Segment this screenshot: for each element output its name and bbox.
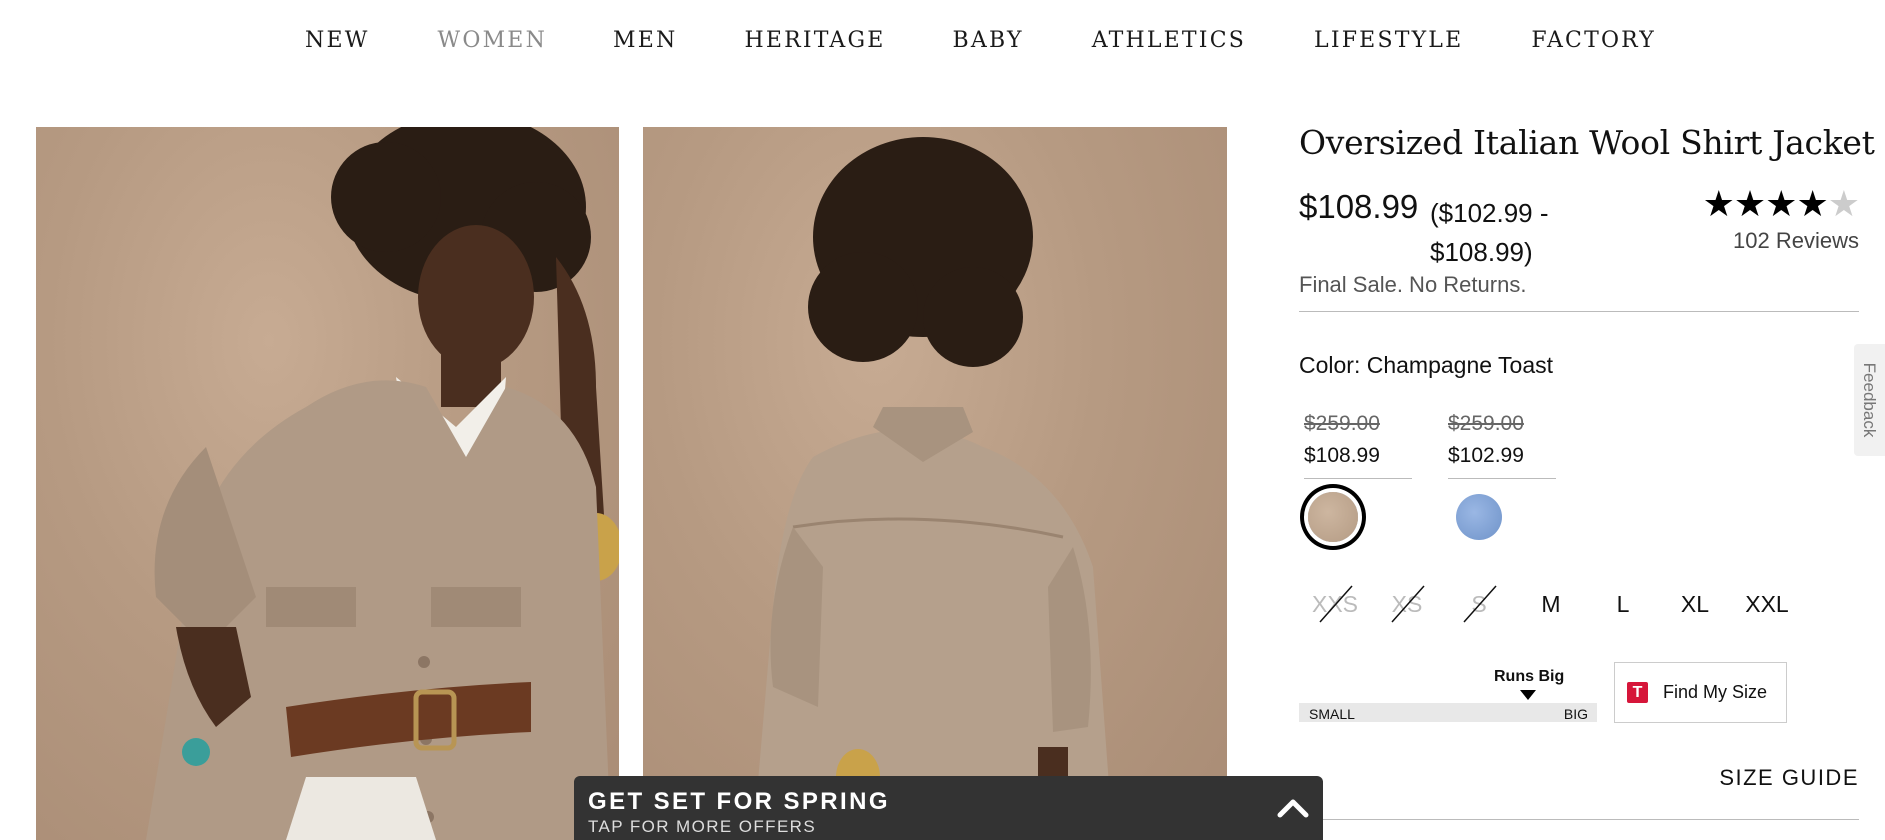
product-image-back[interactable] [643, 127, 1227, 840]
price-range: ($102.99 - $108.99) [1430, 198, 1549, 267]
product-title: Oversized Italian Wool Shirt Jacket [1299, 123, 1875, 162]
divider [1299, 819, 1859, 820]
nav-item-lifestyle[interactable]: LIFESTYLE [1314, 28, 1463, 53]
color-label: Color: Champagne Toast [1299, 352, 1553, 378]
size-option-xxs[interactable]: XXS [1299, 585, 1371, 623]
original-price: $259.00 [1448, 412, 1524, 435]
size-option-xxl[interactable]: XXL [1731, 588, 1803, 620]
divider [1448, 478, 1556, 479]
feedback-tab[interactable]: Feedback [1854, 344, 1885, 456]
find-my-size-button[interactable]: T Find My Size [1614, 662, 1787, 723]
variant-price-2: $259.00 $102.99 [1448, 412, 1556, 479]
nav-item-factory[interactable]: FACTORY [1531, 28, 1656, 53]
star-rating-icon: ★★★★★ [1702, 183, 1860, 224]
nav-list: NEW WOMEN MEN HERITAGE BABY ATHLETICS LI… [305, 28, 1656, 53]
original-price: $259.00 [1304, 412, 1380, 435]
model-front-illustration [146, 127, 619, 840]
nav-item-athletics[interactable]: ATHLETICS [1092, 28, 1246, 53]
size-option-s[interactable]: S [1443, 585, 1515, 623]
feedback-label: Feedback [1860, 362, 1879, 438]
nav-item-men[interactable]: MEN [613, 28, 677, 53]
size-selector: XXS XS S M L XL XXL [1299, 585, 1803, 623]
sale-price: $102.99 [1448, 444, 1524, 467]
size-option-xl[interactable]: XL [1659, 588, 1731, 620]
color-swatch-champagne-toast[interactable] [1308, 492, 1358, 542]
product-image-front[interactable] [36, 127, 619, 840]
promo-banner[interactable]: GET SET FOR SPRING TAP FOR MORE OFFERS [574, 776, 1323, 840]
fit-big-label: BIG [1563, 706, 1588, 722]
size-option-xs[interactable]: XS [1371, 585, 1443, 623]
fit-pointer-icon [1520, 690, 1537, 700]
nav-item-baby[interactable]: BABY [953, 28, 1024, 53]
variant-price-1: $259.00 $108.99 [1304, 412, 1412, 479]
nav-item-new[interactable]: NEW [305, 28, 370, 53]
final-sale-notice: Final Sale. No Returns. [1299, 272, 1527, 297]
fit-small-label: SMALL [1309, 706, 1355, 722]
divider [1299, 311, 1859, 312]
model-back-illustration [753, 137, 1113, 840]
reviews-link[interactable]: 102 Reviews [1687, 228, 1859, 254]
size-option-m[interactable]: M [1515, 588, 1587, 620]
product-price: $108.99 [1299, 188, 1419, 225]
size-guide-link[interactable]: SIZE GUIDE [1719, 765, 1859, 791]
fit-scale: Runs Big SMALL BIG [1299, 668, 1597, 738]
unavailable-slash-icon [1463, 585, 1497, 623]
size-option-l[interactable]: L [1587, 588, 1659, 620]
fit-label: Runs Big [1494, 668, 1565, 685]
nav-item-women[interactable]: WOMEN [438, 28, 547, 53]
color-swatch-blue[interactable] [1456, 494, 1502, 540]
unavailable-slash-icon [1319, 585, 1353, 623]
divider [1304, 478, 1412, 479]
nav-item-heritage[interactable]: HERITAGE [744, 28, 885, 53]
rating[interactable]: ★★★★★ 102 Reviews [1687, 183, 1860, 254]
true-fit-logo-icon: T [1627, 682, 1648, 703]
unavailable-slash-icon [1391, 585, 1425, 623]
sale-price: $108.99 [1304, 444, 1380, 467]
promo-title: GET SET FOR SPRING [588, 788, 890, 815]
promo-subtitle: TAP FOR MORE OFFERS [588, 817, 817, 836]
top-navigation: NEW WOMEN MEN HERITAGE BABY ATHLETICS LI… [0, 0, 1885, 86]
chevron-up-icon[interactable] [1277, 796, 1309, 818]
find-my-size-label: Find My Size [1663, 682, 1768, 702]
